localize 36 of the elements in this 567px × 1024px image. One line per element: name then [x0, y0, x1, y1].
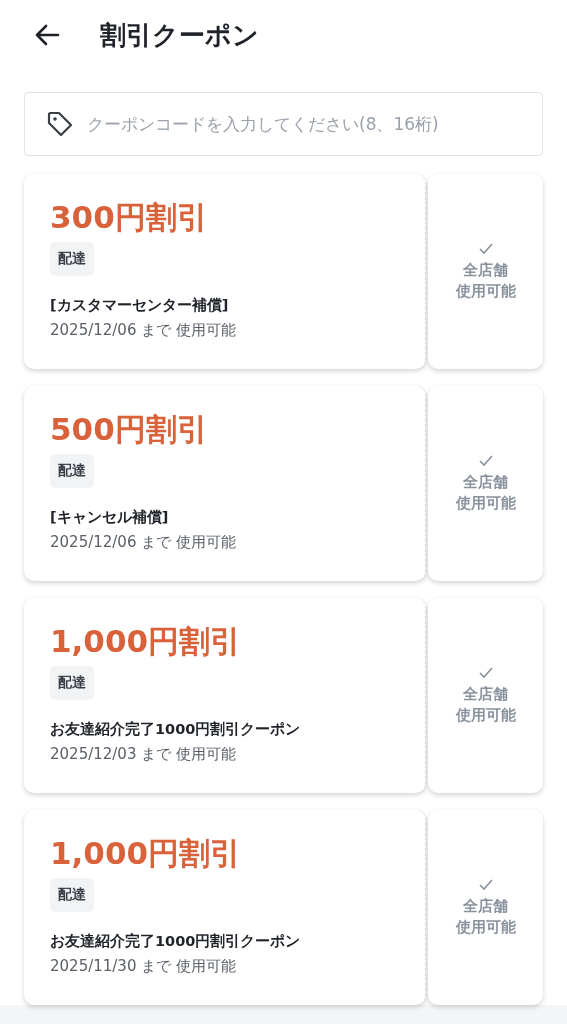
discount-amount: 1,000円割引	[50, 834, 242, 873]
expiry-date: 2025/12/06 まで 使用可能	[50, 533, 236, 552]
check-icon	[477, 241, 494, 256]
coupon-name: お友達紹介完了1000円割引クーポン	[50, 932, 301, 951]
store-scope-label: 使用可能	[455, 281, 516, 301]
delivery-tag: 配達	[50, 666, 94, 700]
coupon-code-field[interactable]: クーポンコードを入力してください(8、16桁)	[24, 92, 543, 156]
discount-amount: 500円割引	[50, 410, 208, 449]
discount-amount: 300円割引	[50, 198, 208, 237]
check-icon	[477, 453, 494, 468]
delivery-tag: 配達	[50, 878, 94, 912]
store-scope-label: 全店舗	[463, 896, 508, 916]
expiry-date: 2025/12/03 まで 使用可能	[50, 745, 236, 764]
discount-amount: 1,000円割引	[50, 622, 242, 661]
store-scope-label: 全店舗	[463, 472, 508, 492]
coupon-name: お友達紹介完了1000円割引クーポン	[50, 720, 301, 739]
store-scope-label: 使用可能	[455, 493, 516, 513]
delivery-tag: 配達	[50, 242, 94, 276]
store-scope-label: 使用可能	[455, 917, 516, 937]
page-title: 割引クーポン	[100, 18, 259, 52]
store-scope-label: 全店舗	[463, 684, 508, 704]
delivery-tag: 配達	[50, 454, 94, 488]
check-icon	[477, 665, 494, 680]
coupon-card[interactable]: 1,000円割引 配達 お友達紹介完了1000円割引クーポン 2025/11/30 まで 使用可能	[24, 810, 426, 1005]
coupon-name: [カスタマーセンター補償]	[50, 296, 229, 315]
store-scope-label: 全店舗	[463, 260, 508, 280]
coupon-card[interactable]: 500円割引 配達 [キャンセル補償] 2025/12/06 まで 使用可能	[24, 386, 426, 581]
coupon-card[interactable]: 1,000円割引 配達 お友達紹介完了1000円割引クーポン 2025/12/03 まで 使用可能	[24, 598, 426, 793]
check-icon	[477, 877, 494, 892]
expiry-date: 2025/11/30 まで 使用可能	[50, 957, 236, 976]
store-scope-label: 使用可能	[455, 705, 516, 725]
tag-icon	[46, 110, 74, 138]
back-arrow-icon[interactable]	[34, 24, 60, 46]
coupon-name: [キャンセル補償]	[50, 508, 169, 527]
expiry-date: 2025/12/06 まで 使用可能	[50, 321, 236, 340]
coupon-card[interactable]: 300円割引 配達 [カスタマーセンター補償] 2025/12/06 まで 使用可能	[24, 174, 426, 369]
